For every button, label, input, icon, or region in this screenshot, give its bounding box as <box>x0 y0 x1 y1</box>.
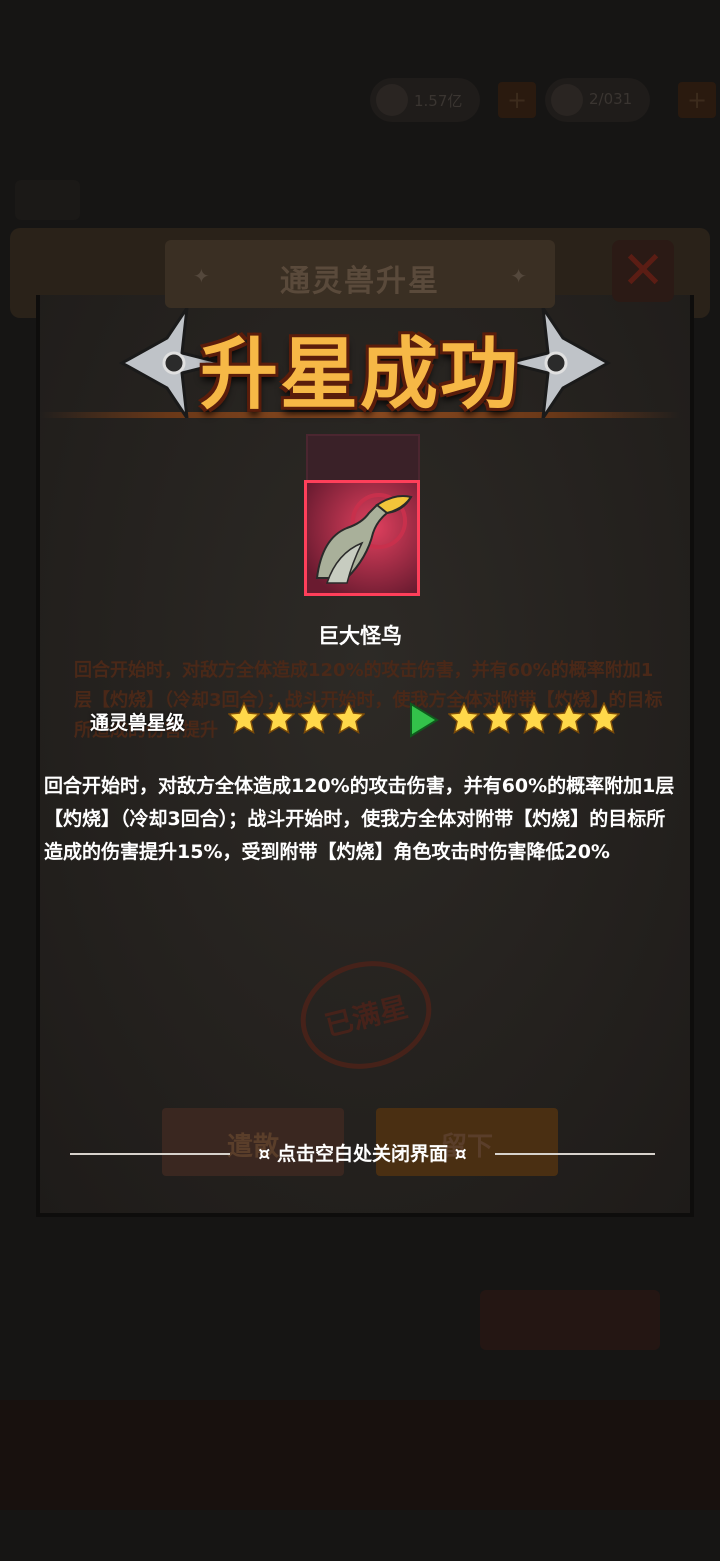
skill-description: 回合开始时，对敌方全体造成120%的攻击伤害，并有60%的概率附加1层【灼烧】（… <box>44 775 675 863</box>
stamp-text: 已满星 <box>321 990 412 1043</box>
hint-divider-right <box>495 1153 655 1155</box>
background-menu-item <box>15 180 80 220</box>
after-star-icon <box>588 702 620 734</box>
shuriken-right-icon: ✦ <box>510 264 527 288</box>
stars-before <box>228 702 368 738</box>
arrow-right-icon <box>410 702 439 738</box>
gem-amount: 2/031 <box>589 90 633 108</box>
coin-icon <box>376 84 408 116</box>
before-star-icon <box>333 702 365 734</box>
close-button[interactable]: ✕ <box>612 240 674 302</box>
gem-counter: 2/031 <box>545 78 650 122</box>
dialog-title-plate: ✦ 通灵兽升星 ✦ <box>165 240 555 308</box>
after-star-icon <box>483 702 515 734</box>
after-star-icon <box>448 702 480 734</box>
coin-counter: 1.57亿 <box>370 78 480 122</box>
after-star-icon <box>518 702 550 734</box>
add-coins-button[interactable]: + <box>498 82 536 118</box>
before-star-icon <box>298 702 330 734</box>
beast-portrait <box>304 480 420 596</box>
giant-bird-icon <box>307 483 417 593</box>
gem-icon <box>551 84 583 116</box>
after-star-icon <box>553 702 585 734</box>
background-button <box>480 1290 660 1350</box>
tap-to-close-hint[interactable]: ¤ 点击空白处关闭界面 ¤ <box>230 1139 495 1166</box>
dialog-title: 通灵兽升星 <box>280 264 440 299</box>
background-bottom-bar <box>0 1400 720 1510</box>
coin-amount: 1.57亿 <box>414 92 463 110</box>
close-icon: ✕ <box>621 241 665 301</box>
hint-divider-left <box>70 1153 230 1155</box>
star-level-label: 通灵兽星级 <box>90 712 186 734</box>
upgrade-success-banner: 升星成功 <box>199 330 520 420</box>
beast-name: 巨大怪鸟 <box>318 624 402 648</box>
before-star-icon <box>228 702 260 734</box>
before-star-icon <box>263 702 295 734</box>
stars-after <box>448 702 623 738</box>
add-gems-button[interactable]: + <box>678 82 716 118</box>
